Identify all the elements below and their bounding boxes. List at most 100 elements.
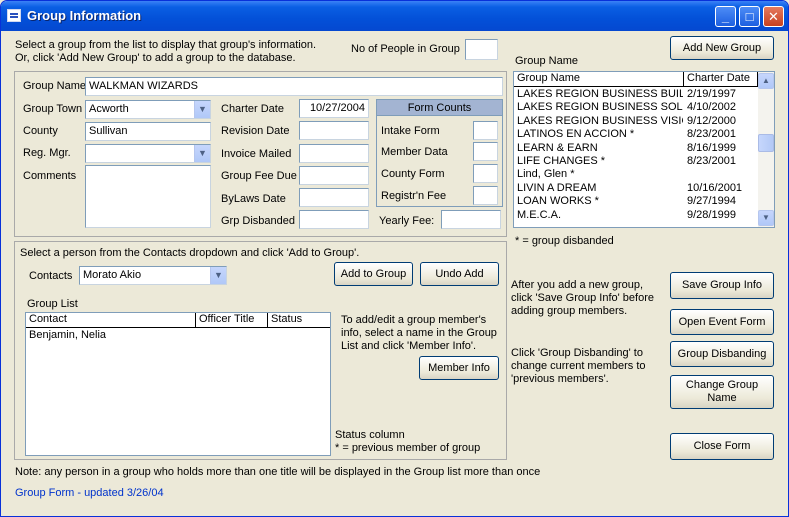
col-header-group-name[interactable]: Group Name [514,72,684,87]
group-row-name[interactable]: LOAN WORKS * [517,195,683,208]
group-row-date[interactable]: 8/23/2001 [687,155,736,168]
county-form-label: County Form [381,168,445,180]
intro-line-1: Select a group from the list to display … [15,39,317,51]
group-row-name[interactable]: Lind, Glen * [517,168,683,181]
member-help-line-2: info, select a name in the Group [341,327,497,339]
disband-help-line-1: Click 'Group Disbanding' to [511,347,643,359]
group-row-name[interactable]: LAKES REGION BUSINESS VISIONA [517,115,683,128]
member-help-line-1: To add/edit a group member's [341,314,487,326]
charter-date-field[interactable]: 10/27/2004 [299,99,369,118]
group-name-listbox[interactable]: Group Name Charter Date LAKES REGION BUS… [513,71,775,228]
county-field[interactable]: Sullivan [85,122,211,141]
group-disbanded-footnote: * = group disbanded [515,235,614,247]
group-name-field[interactable]: WALKMAN WIZARDS [85,77,503,96]
group-row-name[interactable]: LIFE CHANGES * [517,155,683,168]
chevron-down-icon[interactable]: ▼ [194,145,210,162]
change-group-name-button[interactable]: Change Group Name [670,375,774,409]
group-row-name[interactable]: LAKES REGION BUSINESS SOLUTIO [517,101,683,114]
title-bar[interactable]: Group Information _ □ ✕ [1,1,788,31]
county-form-field[interactable] [473,164,498,183]
intake-form-field[interactable] [473,121,498,140]
reg-mgr-label: Reg. Mgr. [23,147,71,159]
group-row-name[interactable]: M.E.C.A. [517,209,683,222]
bylaws-date-label: ByLaws Date [221,193,286,205]
disband-help-line-3: 'previous members'. [511,373,609,385]
no-people-label: No of People in Group [351,43,460,55]
window-title: Group Information [27,8,142,23]
member-info-button[interactable]: Member Info [419,356,499,380]
grp-disbanded-field[interactable] [299,210,369,229]
revision-date-field[interactable] [299,121,369,140]
maximize-button[interactable]: □ [739,6,760,27]
group-town-dropdown[interactable]: Acworth ▼ [85,100,211,119]
group-fee-due-label: Group Fee Due [221,170,297,182]
save-help-line-3: adding group members. [511,305,628,317]
form-counts-header: Form Counts [377,100,502,116]
col-header-officer-title[interactable]: Officer Title [196,313,268,328]
col-header-status[interactable]: Status [268,313,330,328]
add-to-group-button[interactable]: Add to Group [334,262,413,286]
chevron-down-icon[interactable]: ▼ [210,267,226,284]
undo-add-button[interactable]: Undo Add [420,262,499,286]
col-header-charter-date[interactable]: Charter Date [684,72,758,87]
charter-date-label: Charter Date [221,103,284,115]
group-list-scrollbar[interactable]: ▲ ▼ [758,72,774,227]
chevron-down-icon[interactable]: ▼ [194,101,210,118]
form-icon [7,9,21,22]
group-row-name[interactable]: LIVIN A DREAM [517,182,683,195]
invoice-mailed-label: Invoice Mailed [221,148,292,160]
close-form-button[interactable]: Close Form [670,433,774,460]
add-new-group-button[interactable]: Add New Group [670,36,774,60]
group-row-name[interactable]: LAKES REGION BUSINESS BUILDER [517,88,683,101]
save-help-line-1: After you add a new group, [511,279,644,291]
member-data-field[interactable] [473,142,498,161]
group-row-date[interactable]: 10/16/2001 [687,182,742,195]
status-legend-note: * = previous member of group [335,442,481,454]
intake-form-label: Intake Form [381,125,440,137]
open-event-form-button[interactable]: Open Event Form [670,309,774,335]
group-row-date[interactable]: 4/10/2002 [687,101,736,114]
member-help-line-3: List and click 'Member Info'. [341,340,477,352]
group-row-date[interactable]: 2/19/1997 [687,88,736,101]
members-list-label: Group List [27,298,78,310]
scroll-down-icon[interactable]: ▼ [758,210,774,226]
contacts-dropdown[interactable]: Morato Akio ▼ [79,266,227,285]
close-window-button[interactable]: ✕ [763,6,784,27]
no-people-field[interactable] [465,39,498,60]
registrn-fee-label: Registr'n Fee [381,190,447,202]
scroll-thumb[interactable] [758,134,774,152]
yearly-fee-field[interactable] [441,210,501,229]
contacts-instruction: Select a person from the Contacts dropdo… [20,247,360,259]
scroll-up-icon[interactable]: ▲ [758,73,774,89]
group-row-date[interactable]: 9/12/2000 [687,115,736,128]
group-row-date[interactable]: 9/28/1999 [687,209,736,222]
group-fee-due-field[interactable] [299,166,369,185]
group-row-name[interactable]: LATINOS EN ACCION * [517,128,683,141]
revision-date-label: Revision Date [221,125,290,137]
invoice-mailed-field[interactable] [299,144,369,163]
minimize-button[interactable]: _ [715,6,736,27]
disband-help-line-2: change current members to [511,360,646,372]
contacts-label: Contacts [29,270,73,282]
group-row-name[interactable]: LEARN & EARN [517,142,683,155]
group-row-date[interactable]: 9/27/1994 [687,195,736,208]
group-name-label: Group Name [23,80,86,92]
contacts-value: Morato Akio [83,269,142,281]
group-town-label: Group Town [23,103,83,115]
change-group-name-line-2: Name [707,392,737,404]
footer-note: Note: any person in a group who holds mo… [15,466,541,478]
save-group-info-button[interactable]: Save Group Info [670,272,774,299]
col-header-contact[interactable]: Contact [26,313,196,328]
form-updated-note: Group Form - updated 3/26/04 [15,487,164,499]
bylaws-date-field[interactable] [299,188,369,207]
registrn-fee-field[interactable] [473,186,498,205]
grp-disbanded-label: Grp Disbanded [221,215,295,227]
yearly-fee-label: Yearly Fee: [379,215,435,227]
reg-mgr-dropdown[interactable]: ▼ [85,144,211,163]
group-row-date[interactable]: 8/16/1999 [687,142,736,155]
group-disbanding-button[interactable]: Group Disbanding [670,341,774,367]
group-members-listbox[interactable]: Contact Officer Title Status Benjamin, N… [25,312,331,456]
member-row-contact[interactable]: Benjamin, Nelia [29,329,106,342]
comments-field[interactable] [85,165,211,228]
group-row-date[interactable]: 8/23/2001 [687,128,736,141]
